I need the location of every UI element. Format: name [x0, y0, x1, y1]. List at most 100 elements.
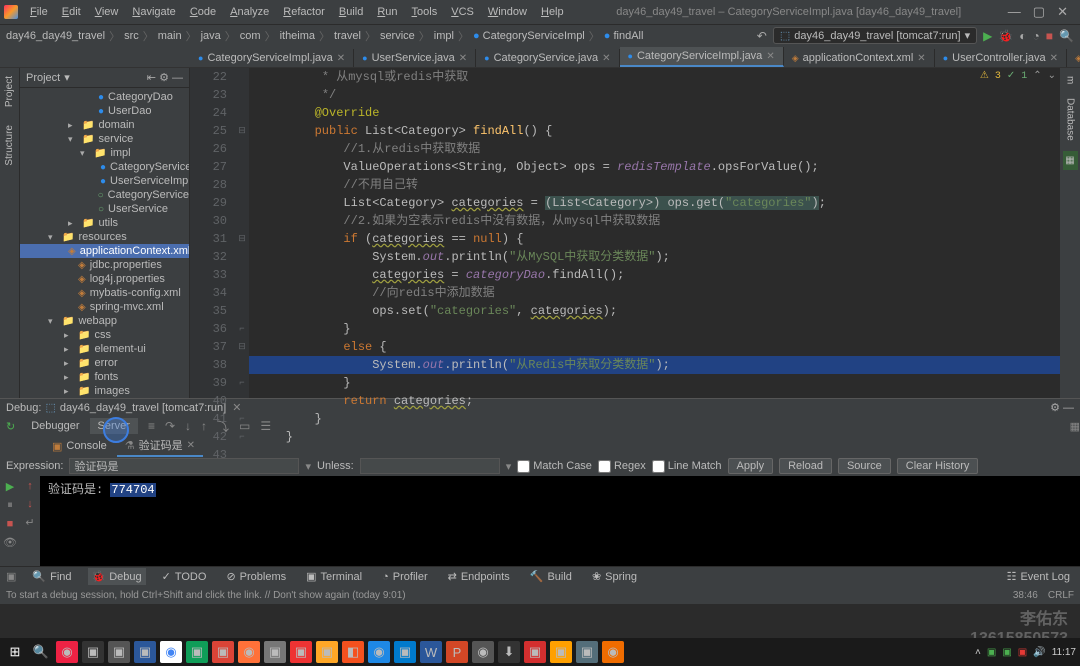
menu-code[interactable]: Code — [184, 3, 222, 21]
stop-icon[interactable]: ■ — [7, 518, 14, 530]
profiler-tool[interactable]: ◔ Profiler — [378, 569, 432, 585]
structure-tool-tab[interactable]: Structure — [2, 121, 17, 170]
tree-item[interactable]: ▸📁css — [20, 328, 189, 342]
server-tab[interactable]: Server — [90, 418, 138, 434]
eventlog-tool[interactable]: ☷ Event Log — [1003, 568, 1074, 585]
back-icon[interactable]: ↶ — [757, 29, 767, 43]
step-over-icon[interactable]: ↷ — [165, 419, 175, 433]
database-tool-tab[interactable]: Database — [1063, 94, 1078, 145]
stop-button[interactable]: ■ — [1046, 29, 1053, 43]
breadcrumb-item[interactable]: ● findAll — [604, 30, 644, 42]
app-icon[interactable]: ◉ — [56, 641, 78, 663]
app-icon[interactable]: ▣ — [134, 641, 156, 663]
minimize-button[interactable]: — — [1008, 4, 1021, 20]
caret-position[interactable]: 38:46 — [1013, 590, 1038, 601]
collapse-icon[interactable]: ⇤ ⚙ — — [147, 71, 183, 84]
tree-item[interactable]: ●CategoryServiceImpl — [20, 160, 189, 174]
up-icon[interactable]: ↑ — [27, 480, 33, 492]
tree-item[interactable]: ○UserService — [20, 202, 189, 216]
firefox-icon[interactable]: ◉ — [238, 641, 260, 663]
find-tool[interactable]: 🔍 Find — [28, 568, 75, 585]
ppt-icon[interactable]: P — [446, 641, 468, 663]
project-header[interactable]: Project ▾ ⇤ ⚙ — — [20, 68, 189, 88]
tree-item[interactable]: ▸📁error — [20, 356, 189, 370]
start-button[interactable]: ⊞ — [4, 641, 26, 663]
todo-tool[interactable]: ✓ TODO — [158, 568, 211, 585]
tree-item[interactable]: ▸📁domain — [20, 118, 189, 132]
app-icon[interactable]: ▣ — [82, 641, 104, 663]
build-tool[interactable]: 🔨 Build — [526, 568, 576, 585]
app-icon[interactable]: ⬇ — [498, 641, 520, 663]
app-icon[interactable]: ▣ — [264, 641, 286, 663]
run-button[interactable]: ▶ — [983, 29, 992, 43]
editor-tab[interactable]: ◈applicationContext.xml✕ — [784, 49, 935, 67]
tree-item[interactable]: ▸📁utils — [20, 216, 189, 230]
code-editor[interactable]: 2223242526272829303132333435363738394041… — [190, 68, 1060, 398]
editor-inspection-status[interactable]: ⚠ 3 ✓ 1 ⌃ ⌄ — [980, 70, 1056, 82]
line-separator[interactable]: CRLF — [1048, 590, 1074, 601]
word-icon[interactable]: W — [420, 641, 442, 663]
breadcrumb-item[interactable]: ● CategoryServiceImpl — [473, 30, 585, 42]
tree-item[interactable]: ◈mybatis-config.xml — [20, 286, 189, 300]
endpoints-tool[interactable]: ⇄ Endpoints — [444, 568, 514, 585]
ide-taskbar-icon[interactable]: ◧ — [342, 641, 364, 663]
code-area[interactable]: * 从mysql或redis中获取 */ @Override public Li… — [249, 68, 1060, 398]
tray-expand-icon[interactable]: ˄ — [975, 647, 981, 658]
tree-item[interactable]: ▾📁resources — [20, 230, 189, 244]
app-icon[interactable]: ◉ — [472, 641, 494, 663]
menu-analyze[interactable]: Analyze — [224, 3, 275, 21]
menu-help[interactable]: Help — [535, 3, 570, 21]
down-icon[interactable]: ↓ — [27, 498, 33, 510]
breadcrumb-item[interactable]: java — [201, 30, 221, 42]
breadcrumb-item[interactable]: itheima — [280, 30, 315, 42]
step-icon[interactable]: ≡ — [148, 419, 155, 433]
maximize-button[interactable]: ▢ — [1033, 4, 1045, 20]
menu-navigate[interactable]: Navigate — [126, 3, 181, 21]
close-button[interactable]: ✕ — [1057, 4, 1068, 20]
app-icon[interactable]: ▣ — [576, 641, 598, 663]
app-icon[interactable]: ◉ — [602, 641, 624, 663]
editor-tab[interactable]: ●UserController.java✕ — [935, 49, 1067, 67]
debug-button[interactable]: 🐞 — [998, 29, 1013, 43]
breadcrumb-item[interactable]: main — [158, 30, 182, 42]
chrome-icon[interactable]: ◉ — [160, 641, 182, 663]
menu-view[interactable]: View — [89, 3, 125, 21]
app-icon[interactable]: ▣ — [290, 641, 312, 663]
problems-tool[interactable]: ⊘ Problems — [222, 568, 290, 585]
app-icon[interactable]: ◉ — [368, 641, 390, 663]
tree-item[interactable]: ●UserServiceImpl — [20, 174, 189, 188]
tree-item[interactable]: ○CategoryService — [20, 188, 189, 202]
terminal-tool[interactable]: ▣ Terminal — [302, 568, 366, 585]
view-bp-icon[interactable]: 👁 — [3, 536, 17, 549]
profile-icon[interactable]: ◔ — [1033, 29, 1040, 43]
tree-item[interactable]: ◈spring-mvc.xml — [20, 300, 189, 314]
wrap-icon[interactable]: ↵ — [25, 516, 34, 529]
editor-tab[interactable]: ●CategoryService.java✕ — [476, 49, 619, 67]
coverage-icon[interactable]: ◐ — [1019, 29, 1026, 43]
app-icon[interactable]: ▣ — [212, 641, 234, 663]
editor-tab[interactable]: ◈header.html✕ — [1067, 49, 1080, 67]
toolbox-tab[interactable]: ▦ — [1063, 151, 1078, 170]
spring-tool[interactable]: ❀ Spring — [588, 568, 641, 585]
system-tray[interactable]: ˄ ▣▣▣ 🔊 11:17 — [975, 647, 1076, 658]
rerun-icon[interactable]: ↻ — [6, 420, 15, 433]
search-icon[interactable]: 🔍 — [1059, 29, 1074, 43]
breadcrumb-item[interactable]: com — [240, 30, 261, 42]
tree-item[interactable]: ◈jdbc.properties — [20, 258, 189, 272]
tree-item[interactable]: ▸📁element-ui — [20, 342, 189, 356]
tree-item[interactable]: ▸📁fonts — [20, 370, 189, 384]
app-icon[interactable]: ▣ — [186, 641, 208, 663]
tree-item[interactable]: ▾📁impl — [20, 146, 189, 160]
app-icon[interactable]: ▣ — [316, 641, 338, 663]
console-text[interactable]: 验证码是: 774704 — [40, 476, 1080, 566]
menu-build[interactable]: Build — [333, 3, 369, 21]
app-icon[interactable]: ▣ — [524, 641, 546, 663]
breadcrumb-item[interactable]: service — [380, 30, 415, 42]
breadcrumb-item[interactable]: travel — [334, 30, 361, 42]
menu-tools[interactable]: Tools — [406, 3, 444, 21]
breadcrumb-item[interactable]: src — [124, 30, 139, 42]
editor-tab[interactable]: ●CategoryServiceImpl.java✕ — [190, 49, 354, 67]
tree-item[interactable]: ▸📁images — [20, 384, 189, 398]
run-config-selector[interactable]: ⬚ day46_day49_travel [tomcat7:run] ▾ — [773, 27, 977, 44]
app-icon[interactable]: ▣ — [108, 641, 130, 663]
